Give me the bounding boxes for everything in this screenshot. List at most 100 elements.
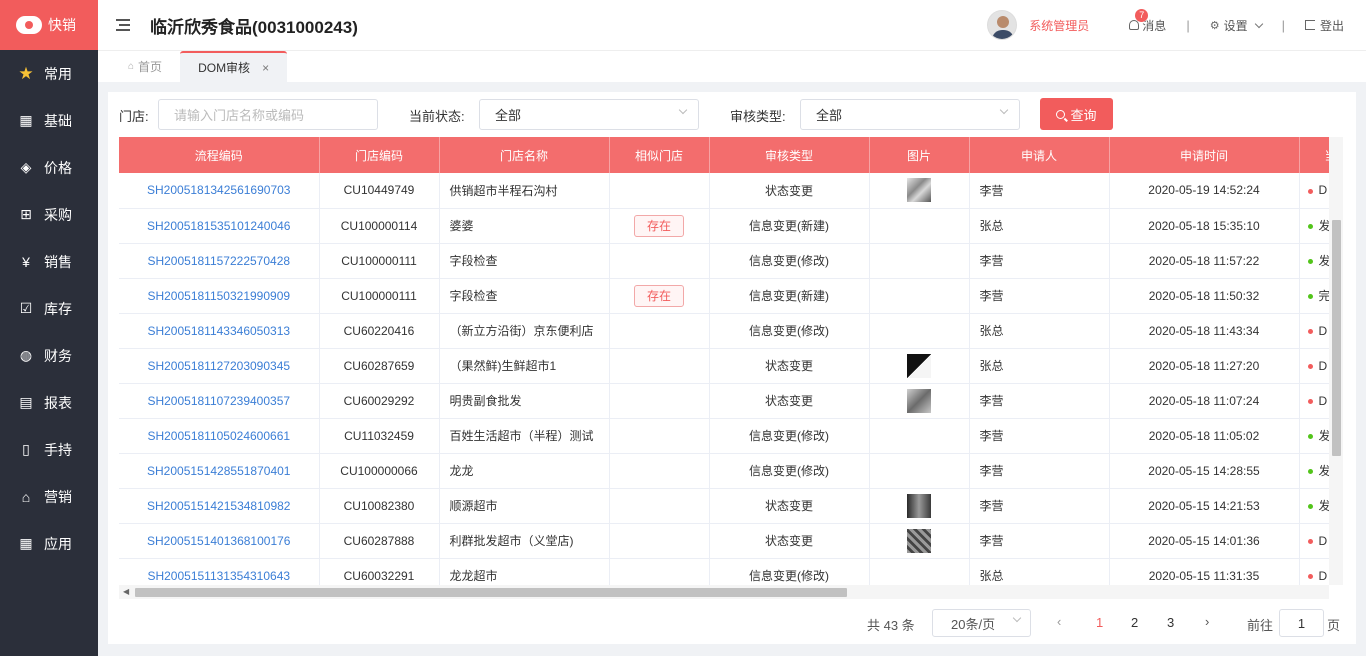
table-row[interactable]: SH2005181150321990909 CU100000111 字段检查 存在 信息… [119,278,1342,314]
tab-dom-audit[interactable]: DOM审核 × [180,51,288,82]
process-code-link[interactable]: SH2005151421534810982 [119,488,320,524]
applicant-cell: 李营 [969,173,1110,209]
status-dot [1307,573,1313,579]
table-row[interactable]: SH2005181342561690703 CU10449749 供销超市半程石沟村… [119,173,1342,209]
sidebar-item-common[interactable]: ★ 常用 [0,50,98,97]
main-content: 门店: 请输入门店名称或编码 当前状态: 全部 审核类型: 全部 查询 流程编码 [108,92,1356,644]
page-size-select[interactable]: 20条/页 [932,609,1031,637]
store-photo-thumbnail[interactable] [907,178,931,203]
process-code-link[interactable]: SH2005151428551870401 [119,453,320,489]
sidebar-item-finance[interactable]: ◍ 财务 [0,332,98,379]
photo-cell [869,488,970,524]
sidebar-item-label: 手持 [44,441,72,458]
status-select-value: 全部 [495,108,522,123]
table-row[interactable]: SH2005181143346050313 CU60220416 （新立方沿街）京东… [119,313,1342,349]
process-code-link[interactable]: SH2005181107239400357 [119,383,320,419]
similar-store-tag[interactable]: 存在 [634,284,684,307]
tab-home[interactable]: ⌂ 首页 [98,51,180,82]
table-row[interactable]: SH2005181107239400357 CU60029292 明贵副食批发 状态变… [119,383,1342,419]
process-code-link[interactable]: SH2005181342561690703 [119,173,320,209]
settings-dropdown[interactable]: ⚙ 设置 [1210,17,1263,34]
horizontal-scrollbar[interactable]: ◀ [119,585,1329,599]
handheld-icon: ▯ [22,441,30,457]
vertical-scrollbar[interactable] [1329,137,1343,585]
tab-home-label: 首页 [138,60,163,74]
similar-store-cell [609,453,710,489]
process-code-link[interactable]: SH2005151401368100176 [119,523,320,559]
goto-page-input[interactable] [1279,609,1324,637]
table-row[interactable]: SH2005181105024600661 CU11032459 百姓生活超市（半程… [119,418,1342,454]
similar-store-cell [609,173,710,209]
process-code-link[interactable]: SH2005181143346050313 [119,313,320,349]
store-photo-thumbnail[interactable] [907,353,931,378]
process-code-link[interactable]: SH2005151131354310643 [119,558,320,585]
status-text: D [1318,393,1328,408]
prev-page-button[interactable]: ‹ [1057,614,1061,629]
table-row[interactable]: SH2005181535101240046 CU100000114 婆婆 存在 信息变更… [119,208,1342,244]
similar-store-tag[interactable]: 存在 [634,214,684,237]
similar-store-cell: 存在 [609,278,710,314]
avatar[interactable] [987,10,1018,40]
audit-type-cell: 状态变更 [709,348,870,384]
messages-link[interactable]: 7 消息 [1129,8,1166,34]
similar-store-cell [609,558,710,585]
query-button[interactable]: 查询 [1040,98,1113,130]
table-row[interactable]: SH2005151428551870401 CU100000066 龙龙 信息变更(修… [119,453,1342,489]
sidebar-item-apps[interactable]: ▦ 应用 [0,520,98,567]
table-row[interactable]: SH2005151131354310643 CU60032291 龙龙超市 信息变更(… [119,558,1342,585]
apply-time-cell: 2020-05-18 11:27:20 [1109,348,1300,384]
sidebar-item-price[interactable]: ◈ 价格 [0,144,98,191]
table-row[interactable]: SH2005151421534810982 CU10082380 顺源超市 状态变更 李… [119,488,1342,524]
vertical-scroll-thumb[interactable] [1332,220,1341,456]
page-number[interactable]: 3 [1167,615,1174,630]
store-photo-thumbnail[interactable] [907,388,931,413]
column-header: 流程编码 [119,137,320,173]
page-number[interactable]: 2 [1131,615,1138,630]
logout-link[interactable]: 登出 [1304,17,1344,34]
app-logo[interactable]: 快销 [0,0,98,50]
scroll-left-icon[interactable]: ◀ [123,587,129,596]
process-code-link[interactable]: SH2005181127203090345 [119,348,320,384]
next-page-button[interactable]: › [1205,614,1209,629]
sidebar-item-sales[interactable]: ¥ 销售 [0,238,98,285]
table-row[interactable]: SH2005181157222570428 CU100000111 字段检查 信息变更… [119,243,1342,279]
home-icon: ⌂ [128,61,135,72]
photo-cell [869,348,970,384]
user-name[interactable]: 系统管理员 [1029,17,1089,34]
store-search-input[interactable]: 请输入门店名称或编码 [158,99,378,130]
store-name-cell: 百姓生活超市（半程）测试 [439,418,610,454]
status-text: D [1318,323,1328,338]
audit-type-cell: 信息变更(修改) [709,558,870,585]
sidebar-item-handheld[interactable]: ▯ 手持 [0,426,98,473]
column-header: 门店名称 [439,137,610,173]
horizontal-scroll-thumb[interactable] [135,588,847,597]
store-name-cell: 供销超市半程石沟村 [439,173,610,209]
similar-store-cell [609,488,710,524]
process-code-link[interactable]: SH2005181157222570428 [119,243,320,279]
sidebar-item-reports[interactable]: ▤ 报表 [0,379,98,426]
store-code-cell: CU100000114 [319,208,440,244]
sidebar-item-marketing[interactable]: ⌂ 营销 [0,473,98,520]
audit-type-select[interactable]: 全部 [800,99,1020,130]
pagination: 共 43 条 20条/页 ‹ 1 2 3 › 前往 页 [108,608,1356,638]
process-code-link[interactable]: SH2005181105024600661 [119,418,320,454]
apply-time-cell: 2020-05-18 15:35:10 [1109,208,1300,244]
store-code-cell: CU100000111 [319,278,440,314]
store-photo-thumbnail[interactable] [907,493,931,518]
table-row[interactable]: SH2005181127203090345 CU60287659 （果然鲜)生鲜超市… [119,348,1342,384]
status-select[interactable]: 全部 [479,99,699,130]
store-photo-thumbnail[interactable] [907,528,931,553]
process-code-link[interactable]: SH2005181150321990909 [119,278,320,314]
page-title: 临沂欣秀食品(0031000243) [150,17,358,37]
page-number[interactable]: 1 [1096,615,1103,630]
audit-type-cell: 信息变更(新建) [709,208,870,244]
sidebar-item-basic[interactable]: ▦ 基础 [0,97,98,144]
sidebar-item-label: 销售 [44,253,72,270]
sidebar-item-purchase[interactable]: ⊞ 采购 [0,191,98,238]
table-row[interactable]: SH2005151401368100176 CU60287888 利群批发超市（义堂… [119,523,1342,559]
sidebar-item-inventory[interactable]: ☑ 库存 [0,285,98,332]
process-code-link[interactable]: SH2005181535101240046 [119,208,320,244]
similar-store-cell: 存在 [609,208,710,244]
menu-toggle-icon[interactable] [116,19,130,31]
close-icon[interactable]: × [262,61,269,75]
